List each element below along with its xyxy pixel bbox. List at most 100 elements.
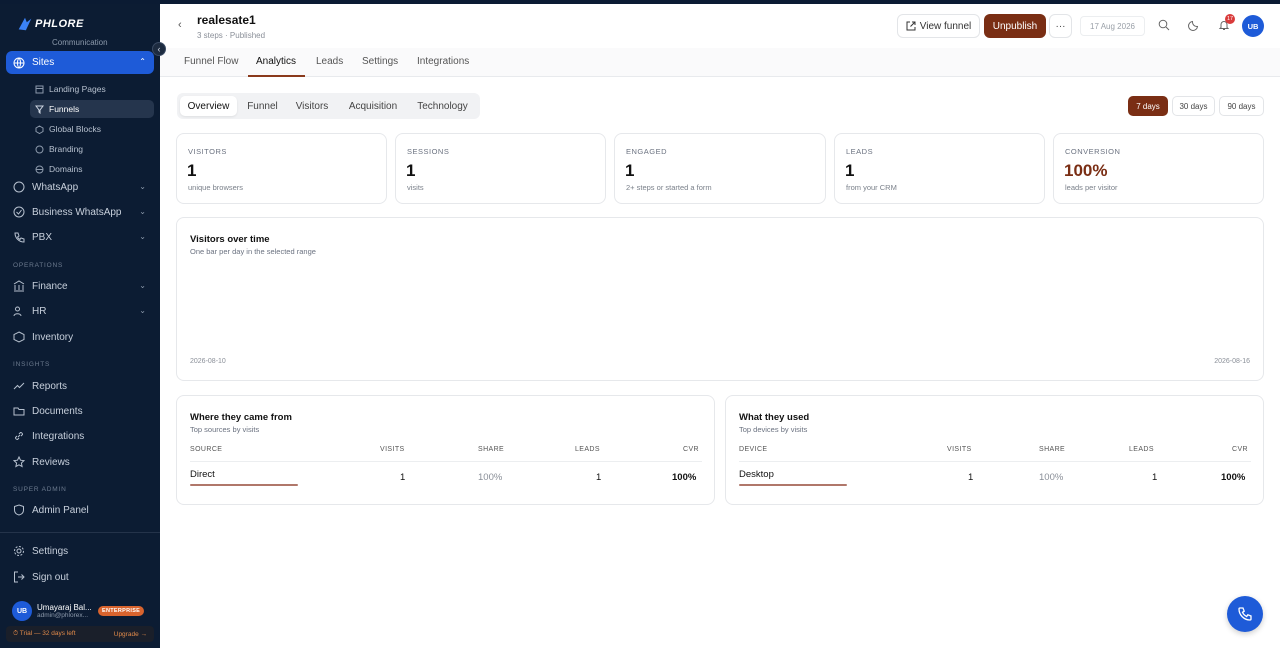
- sidebar-item-finance[interactable]: Finance ⌄: [13, 277, 149, 295]
- column-header: SHARE: [478, 446, 505, 453]
- range-90-days-button[interactable]: 90 days: [1219, 96, 1264, 116]
- box-icon: [13, 331, 25, 343]
- moon-icon[interactable]: [1188, 19, 1200, 31]
- card-title: Visitors over time: [190, 234, 270, 245]
- sidebar-item-reviews[interactable]: Reviews: [13, 453, 149, 471]
- subtab-overview[interactable]: Overview: [180, 96, 237, 116]
- section-label-insights: INSIGHTS: [13, 361, 51, 368]
- phone-icon: [13, 231, 25, 243]
- table-divider: [739, 461, 1251, 462]
- sidebar-item-label: Finance: [32, 280, 68, 292]
- device-leads: 1: [1152, 472, 1158, 483]
- trend-icon: [13, 380, 25, 392]
- device-visits: 1: [968, 472, 974, 483]
- sidebar-item-label: PBX: [32, 231, 53, 243]
- logo[interactable]: PHLORE: [16, 14, 84, 34]
- globe-icon: [35, 165, 44, 174]
- funnel-tabs: Funnel Flow Analytics Leads Settings Int…: [160, 48, 1280, 77]
- sidebar-item-label: WhatsApp: [32, 181, 79, 193]
- sidebar-subitem-label: Funnels: [49, 104, 80, 114]
- stat-value: 1: [845, 161, 855, 180]
- sidebar-subitem-label: Global Blocks: [49, 124, 101, 134]
- column-header: CVR: [683, 446, 699, 453]
- stat-value: 1: [625, 161, 635, 180]
- sidebar-item-settings[interactable]: Settings: [13, 542, 149, 560]
- source-share: 100%: [478, 472, 503, 483]
- sidebar-subitem-label: Domains: [49, 164, 83, 174]
- range-7-days-button[interactable]: 7 days: [1128, 96, 1168, 116]
- sidebar-item-business-whatsapp[interactable]: Business WhatsApp ⌄: [13, 203, 149, 221]
- plan-badge: ENTERPRISE: [98, 606, 145, 616]
- column-header: CVR: [1232, 446, 1248, 453]
- sidebar-subitem-branding[interactable]: Branding: [30, 140, 154, 158]
- view-funnel-label: View funnel: [919, 20, 972, 32]
- tab-leads[interactable]: Leads: [316, 56, 343, 67]
- source-name: Direct: [190, 469, 215, 480]
- tab-funnel-flow[interactable]: Funnel Flow: [184, 56, 238, 67]
- sidebar-item-documents[interactable]: Documents: [13, 402, 149, 420]
- sidebar-item-label: Reviews: [32, 456, 70, 468]
- sidebar-collapse-button[interactable]: ‹: [152, 42, 166, 56]
- table-divider: [190, 461, 702, 462]
- sidebar-item-label: Admin Panel: [32, 504, 89, 516]
- sidebar-item-admin-panel[interactable]: Admin Panel: [13, 501, 149, 519]
- search-icon[interactable]: [1158, 19, 1170, 31]
- sidebar-subitem-label: Landing Pages: [49, 84, 106, 94]
- more-options-button[interactable]: ···: [1049, 14, 1072, 38]
- card-subtitle: Top devices by visits: [739, 425, 808, 434]
- range-30-days-button[interactable]: 30 days: [1172, 96, 1215, 116]
- upgrade-link[interactable]: Upgrade →: [114, 631, 147, 638]
- sidebar-item-label: Inventory: [32, 331, 74, 343]
- notification-badge: 17: [1225, 14, 1235, 24]
- sidebar-item-integrations[interactable]: Integrations: [13, 427, 149, 445]
- sidebar-item-sign-out[interactable]: Sign out: [13, 568, 149, 586]
- sidebar-item-sites[interactable]: Sites ⌃: [6, 51, 154, 74]
- tab-integrations[interactable]: Integrations: [417, 56, 469, 67]
- logo-mark-icon: [18, 17, 32, 31]
- sidebar-item-label: Documents: [32, 405, 83, 417]
- cube-icon: [35, 124, 44, 134]
- sidebar-item-reports[interactable]: Reports: [13, 377, 149, 395]
- tab-settings[interactable]: Settings: [362, 56, 398, 67]
- chevron-left-icon: ‹: [157, 43, 161, 54]
- sidebar-item-hr[interactable]: HR ⌄: [13, 302, 149, 320]
- devices-card: What they used Top devices by visits DEV…: [725, 395, 1264, 505]
- view-funnel-button[interactable]: View funnel: [897, 14, 980, 38]
- unpublish-button[interactable]: Unpublish: [984, 14, 1046, 38]
- sidebar-subitem-funnels[interactable]: Funnels: [30, 100, 154, 118]
- brush-icon: [35, 145, 44, 154]
- sidebar-cutoff-item[interactable]: Communication: [52, 38, 152, 46]
- column-header: VISITS: [947, 446, 972, 453]
- user-profile[interactable]: UB Umayaraj Bal... admin@phlorex... ENTE…: [12, 600, 152, 622]
- subtab-technology[interactable]: Technology: [408, 96, 477, 116]
- sidebar-item-whatsapp[interactable]: WhatsApp ⌄: [13, 178, 149, 196]
- tab-analytics[interactable]: Analytics: [256, 56, 296, 67]
- subtab-acquisition[interactable]: Acquisition: [340, 96, 406, 116]
- subtab-funnel[interactable]: Funnel: [240, 96, 285, 116]
- sidebar-subitem-landing-pages[interactable]: Landing Pages: [30, 80, 154, 98]
- back-arrow-icon[interactable]: ‹: [178, 19, 182, 31]
- subtab-visitors[interactable]: Visitors: [287, 96, 337, 116]
- avatar[interactable]: UB: [1242, 15, 1264, 37]
- source-visits: 1: [400, 472, 406, 483]
- stat-card-engaged: ENGAGED 1 2+ steps or started a form: [614, 133, 826, 204]
- sidebar-subitem-global-blocks[interactable]: Global Blocks: [30, 120, 154, 138]
- stat-value: 1: [187, 161, 197, 180]
- call-button[interactable]: [1227, 596, 1263, 632]
- stat-label: ENGAGED: [626, 147, 668, 156]
- logout-icon: [13, 571, 25, 583]
- card-title: What they used: [739, 412, 810, 423]
- sidebar-item-inventory[interactable]: Inventory: [13, 328, 149, 346]
- sidebar-item-label: HR: [32, 305, 47, 317]
- globe-icon: [13, 57, 25, 69]
- page-subtitle: 3 steps · Published: [197, 31, 266, 40]
- stat-card-visitors: VISITORS 1 unique browsers: [176, 133, 387, 204]
- check-circle-icon: [13, 206, 25, 218]
- sidebar-subitem-domains[interactable]: Domains: [30, 160, 154, 178]
- sidebar-item-pbx[interactable]: PBX ⌄: [13, 228, 149, 246]
- device-name: Desktop: [739, 469, 774, 480]
- external-link-icon: [906, 21, 916, 31]
- card-title: Where they came from: [190, 412, 292, 423]
- trial-text: ⏱ Trial — 32 days left: [13, 630, 76, 637]
- column-header: VISITS: [380, 446, 405, 453]
